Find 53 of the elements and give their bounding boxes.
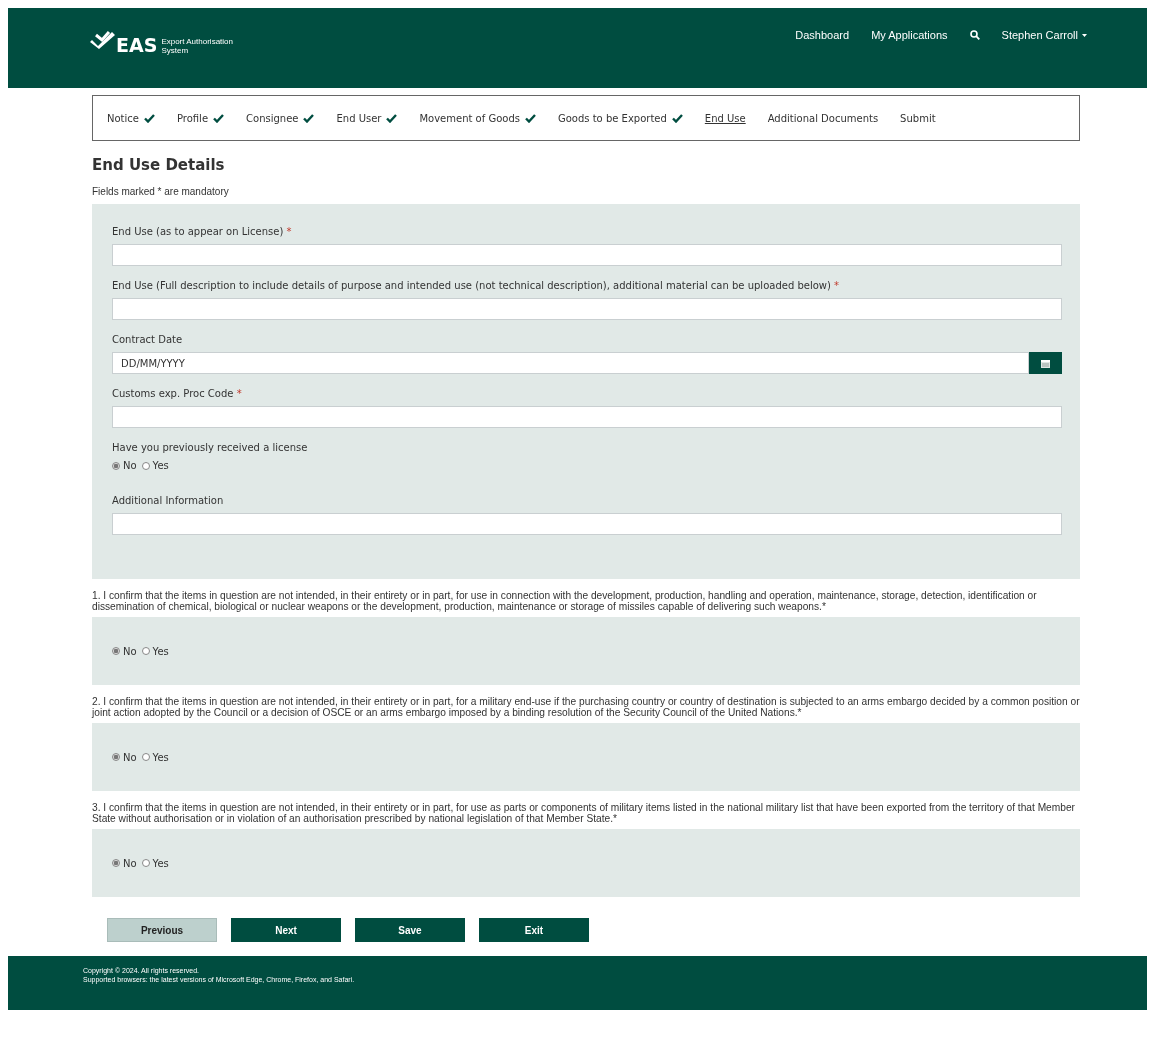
action-button[interactable]: Exit <box>479 918 589 942</box>
radio-option[interactable]: No <box>112 751 137 763</box>
action-button[interactable]: Save <box>355 918 465 942</box>
nav-link[interactable]: Dashboard <box>795 29 850 41</box>
field-label: End Use (Full description to include details of purpose and intended use (not technical description), additional material can be uploaded below) * <box>112 280 840 291</box>
field-label: Contract Date <box>112 334 183 345</box>
step-tab[interactable]: Notice <box>107 112 155 124</box>
question-text: 1. I confirm that the items in question are not intended, in their entirety or in part, for use in connection with the development, production, handling and operation, maintenance, storage, detection, identification or dissemination of chemical, biological or nuclear weapons or the development, production, maintenance or storage of missiles capable of delivering such weapons.* <box>92 590 1038 612</box>
field-label: Customs exp. Proc Code * <box>112 388 242 399</box>
date-field[interactable]: DD/MM/YYYY <box>112 352 1029 374</box>
radio-option[interactable]: Yes <box>141 857 169 869</box>
logo-icon <box>90 30 116 50</box>
radio-option[interactable]: Yes <box>141 751 169 763</box>
check-icon <box>524 113 536 123</box>
input-field[interactable] <box>112 406 1062 428</box>
radio-option[interactable]: Yes <box>141 460 169 471</box>
check-icon <box>671 113 683 123</box>
action-button[interactable]: Previous <box>107 918 217 942</box>
logo-text: EAS <box>116 34 158 56</box>
calendar-icon <box>1041 358 1050 368</box>
input-field[interactable] <box>112 244 1062 266</box>
step-tab[interactable]: Additional Documents <box>767 112 879 124</box>
input-field[interactable] <box>112 298 1062 320</box>
nav-link[interactable]: My Applications <box>871 29 948 41</box>
radio-option[interactable]: No <box>112 857 137 869</box>
search-icon[interactable] <box>969 30 980 40</box>
logo-subtitle: Export Authorisation System <box>161 37 233 55</box>
check-icon <box>143 113 155 123</box>
field-label: Additional Information <box>112 495 224 506</box>
radio-option[interactable]: No <box>112 645 137 657</box>
step-tab[interactable]: End Use <box>704 112 746 124</box>
action-button[interactable]: Next <box>231 918 341 942</box>
check-icon <box>213 113 225 123</box>
radio-option[interactable]: No <box>112 460 137 471</box>
step-tab[interactable]: Goods to be Exported <box>557 112 683 124</box>
caret-icon <box>1082 33 1087 37</box>
step-tab[interactable]: Submit <box>900 112 936 124</box>
step-tab[interactable]: Movement of Goods <box>419 112 536 124</box>
question-text: 2. I confirm that the items in question are not intended, in their entirety or in part, for a military end-use if the purchasing country or country of destination is subjected to an arms embargo decided by a common position or joint action adopted by the Council or a decision of OSCE or an arms embargo imposed by a binding resolution of the Security Council of the United Nations.* <box>92 696 1080 718</box>
mandatory-note: Fields marked * are mandatory <box>92 186 229 197</box>
step-tab[interactable]: Consignee <box>246 112 315 124</box>
check-icon <box>386 113 398 123</box>
radio-option[interactable]: Yes <box>141 645 169 657</box>
field-label: End Use (as to appear on License) * <box>112 226 292 237</box>
step-tab[interactable]: End User <box>336 112 398 124</box>
calendar-button[interactable] <box>1029 352 1062 374</box>
page-title: End Use Details <box>92 156 226 174</box>
check-icon <box>303 113 315 123</box>
question-text: 3. I confirm that the items in question are not intended, in their entirety or in part, for use as parts or components of military items listed in the national military list that have been exported from the territory of that Member State without authorisation or in violation of an authorisation prescribed by national legislation of that Member State.* <box>92 802 1076 824</box>
input-field[interactable] <box>112 513 1062 535</box>
user-menu[interactable]: Stephen Carroll <box>1001 29 1087 41</box>
field-label: Have you previously received a license <box>112 442 308 453</box>
step-tab[interactable]: Profile <box>176 112 225 124</box>
